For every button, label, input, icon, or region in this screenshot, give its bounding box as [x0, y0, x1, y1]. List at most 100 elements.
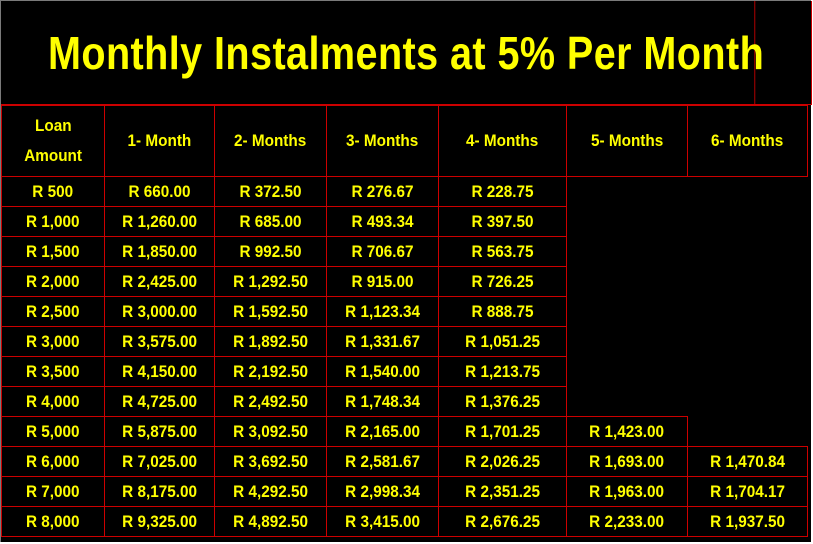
empty-cell[interactable]	[688, 207, 808, 237]
instalment-cell-month-2[interactable]: R 4,892.50	[214, 506, 327, 537]
instalment-cell-month-2[interactable]: R 685.00	[214, 206, 327, 237]
instalment-cell-month-4[interactable]: R 1,051.25	[438, 326, 567, 357]
instalment-cell-month-1[interactable]: R 1,850.00	[104, 236, 215, 267]
loan-amount-cell[interactable]: R 3,500	[1, 356, 105, 387]
instalment-cell-month-1[interactable]: R 3,000.00	[104, 296, 215, 327]
instalment-cell-month-3[interactable]: R 2,998.34	[326, 476, 439, 507]
instalment-cell-month-1[interactable]: R 2,425.00	[104, 266, 215, 297]
instalment-value: R 1,470.84	[710, 452, 785, 471]
empty-cell[interactable]	[567, 177, 688, 207]
instalment-cell-month-3[interactable]: R 915.00	[326, 266, 439, 297]
header-month-4[interactable]: 4- Months	[438, 105, 567, 177]
instalment-cell-month-2[interactable]: R 3,692.50	[214, 446, 327, 477]
loan-amount-cell[interactable]: R 4,000	[1, 386, 105, 417]
title-cell[interactable]: Monthly Instalments at 5% Per Month	[1, 1, 812, 105]
instalment-cell-month-5[interactable]: R 2,233.00	[566, 506, 688, 537]
loan-amount-cell[interactable]: R 8,000	[1, 506, 105, 537]
instalment-cell-month-3[interactable]: R 1,540.00	[326, 356, 439, 387]
instalment-cell-month-4[interactable]: R 563.75	[438, 236, 567, 267]
instalment-cell-month-1[interactable]: R 7,025.00	[104, 446, 215, 477]
instalment-cell-month-4[interactable]: R 1,376.25	[438, 386, 567, 417]
instalment-cell-month-3[interactable]: R 706.67	[326, 236, 439, 267]
instalment-cell-month-1[interactable]: R 660.00	[104, 176, 215, 207]
instalment-cell-month-2[interactable]: R 2,192.50	[214, 356, 327, 387]
empty-cell[interactable]	[688, 417, 808, 447]
loan-amount-cell[interactable]: R 2,000	[1, 266, 105, 297]
instalment-cell-month-3[interactable]: R 1,123.34	[326, 296, 439, 327]
header-month-1[interactable]: 1- Month	[104, 105, 215, 177]
instalment-cell-month-1[interactable]: R 5,875.00	[104, 416, 215, 447]
instalment-cell-month-2[interactable]: R 4,292.50	[214, 476, 327, 507]
loan-amount-cell[interactable]: R 500	[1, 176, 105, 207]
instalment-cell-month-6[interactable]: R 1,937.50	[687, 506, 808, 537]
instalment-cell-month-4[interactable]: R 726.25	[438, 266, 567, 297]
empty-cell[interactable]	[688, 267, 808, 297]
instalment-cell-month-6[interactable]: R 1,470.84	[687, 446, 808, 477]
instalment-cell-month-3[interactable]: R 276.67	[326, 176, 439, 207]
instalment-cell-month-1[interactable]: R 9,325.00	[104, 506, 215, 537]
instalment-cell-month-3[interactable]: R 3,415.00	[326, 506, 439, 537]
instalment-cell-month-4[interactable]: R 2,351.25	[438, 476, 567, 507]
instalment-cell-month-2[interactable]: R 2,492.50	[214, 386, 327, 417]
instalment-cell-month-1[interactable]: R 4,150.00	[104, 356, 215, 387]
empty-cell[interactable]	[567, 207, 688, 237]
instalment-cell-month-1[interactable]: R 1,260.00	[104, 206, 215, 237]
instalment-cell-month-3[interactable]: R 2,581.67	[326, 446, 439, 477]
header-month-6[interactable]: 6- Months	[687, 105, 808, 177]
instalment-cell-month-2[interactable]: R 992.50	[214, 236, 327, 267]
instalment-cell-month-5[interactable]: R 1,423.00	[566, 416, 688, 447]
header-month-3[interactable]: 3- Months	[326, 105, 439, 177]
instalment-value: R 1,260.00	[122, 212, 197, 231]
instalment-cell-month-2[interactable]: R 372.50	[214, 176, 327, 207]
empty-cell[interactable]	[567, 387, 688, 417]
empty-cell[interactable]	[567, 237, 688, 267]
instalment-cell-month-2[interactable]: R 1,292.50	[214, 266, 327, 297]
empty-cell[interactable]	[688, 297, 808, 327]
instalment-cell-month-3[interactable]: R 1,331.67	[326, 326, 439, 357]
empty-cell[interactable]	[688, 177, 808, 207]
instalment-cell-month-5[interactable]: R 1,963.00	[566, 476, 688, 507]
instalment-cell-month-3[interactable]: R 1,748.34	[326, 386, 439, 417]
empty-cell[interactable]	[567, 327, 688, 357]
loan-amount-cell[interactable]: R 5,000	[1, 416, 105, 447]
instalment-cell-month-1[interactable]: R 8,175.00	[104, 476, 215, 507]
loan-amount-cell[interactable]: R 1,500	[1, 236, 105, 267]
instalment-cell-month-4[interactable]: R 1,213.75	[438, 356, 567, 387]
instalment-value: R 1,704.17	[710, 482, 785, 501]
instalment-cell-month-2[interactable]: R 1,592.50	[214, 296, 327, 327]
empty-cell[interactable]	[688, 237, 808, 267]
empty-cell[interactable]	[567, 297, 688, 327]
header-month-5[interactable]: 5- Months	[566, 105, 688, 177]
loan-amount-cell[interactable]: R 2,500	[1, 296, 105, 327]
empty-cell[interactable]	[567, 357, 688, 387]
instalment-cell-month-5[interactable]: R 1,693.00	[566, 446, 688, 477]
header-month-2[interactable]: 2- Months	[214, 105, 327, 177]
instalment-cell-month-3[interactable]: R 2,165.00	[326, 416, 439, 447]
instalment-value: R 2,192.50	[233, 362, 308, 381]
instalment-value: R 2,998.34	[345, 482, 420, 501]
instalment-cell-month-4[interactable]: R 888.75	[438, 296, 567, 327]
instalment-value: R 493.34	[351, 212, 414, 231]
empty-cell[interactable]	[567, 267, 688, 297]
instalment-cell-month-2[interactable]: R 3,092.50	[214, 416, 327, 447]
instalment-cell-month-4[interactable]: R 228.75	[438, 176, 567, 207]
empty-cell[interactable]	[688, 327, 808, 357]
header-loan-amount[interactable]: Loan Amount	[1, 105, 105, 177]
empty-cell[interactable]	[688, 357, 808, 387]
instalment-cell-month-4[interactable]: R 397.50	[438, 206, 567, 237]
loan-amount-cell[interactable]: R 3,000	[1, 326, 105, 357]
instalment-cell-month-2[interactable]: R 1,892.50	[214, 326, 327, 357]
instalment-cell-month-4[interactable]: R 2,676.25	[438, 506, 567, 537]
instalment-cell-month-6[interactable]: R 1,704.17	[687, 476, 808, 507]
empty-cell[interactable]	[688, 387, 808, 417]
instalment-cell-month-3[interactable]: R 493.34	[326, 206, 439, 237]
loan-amount-cell[interactable]: R 6,000	[1, 446, 105, 477]
instalment-value: R 397.50	[471, 212, 534, 231]
instalment-cell-month-4[interactable]: R 1,701.25	[438, 416, 567, 447]
loan-amount-cell[interactable]: R 7,000	[1, 476, 105, 507]
loan-amount-cell[interactable]: R 1,000	[1, 206, 105, 237]
instalment-cell-month-1[interactable]: R 3,575.00	[104, 326, 215, 357]
instalment-cell-month-4[interactable]: R 2,026.25	[438, 446, 567, 477]
instalment-value: R 915.00	[351, 272, 414, 291]
instalment-cell-month-1[interactable]: R 4,725.00	[104, 386, 215, 417]
